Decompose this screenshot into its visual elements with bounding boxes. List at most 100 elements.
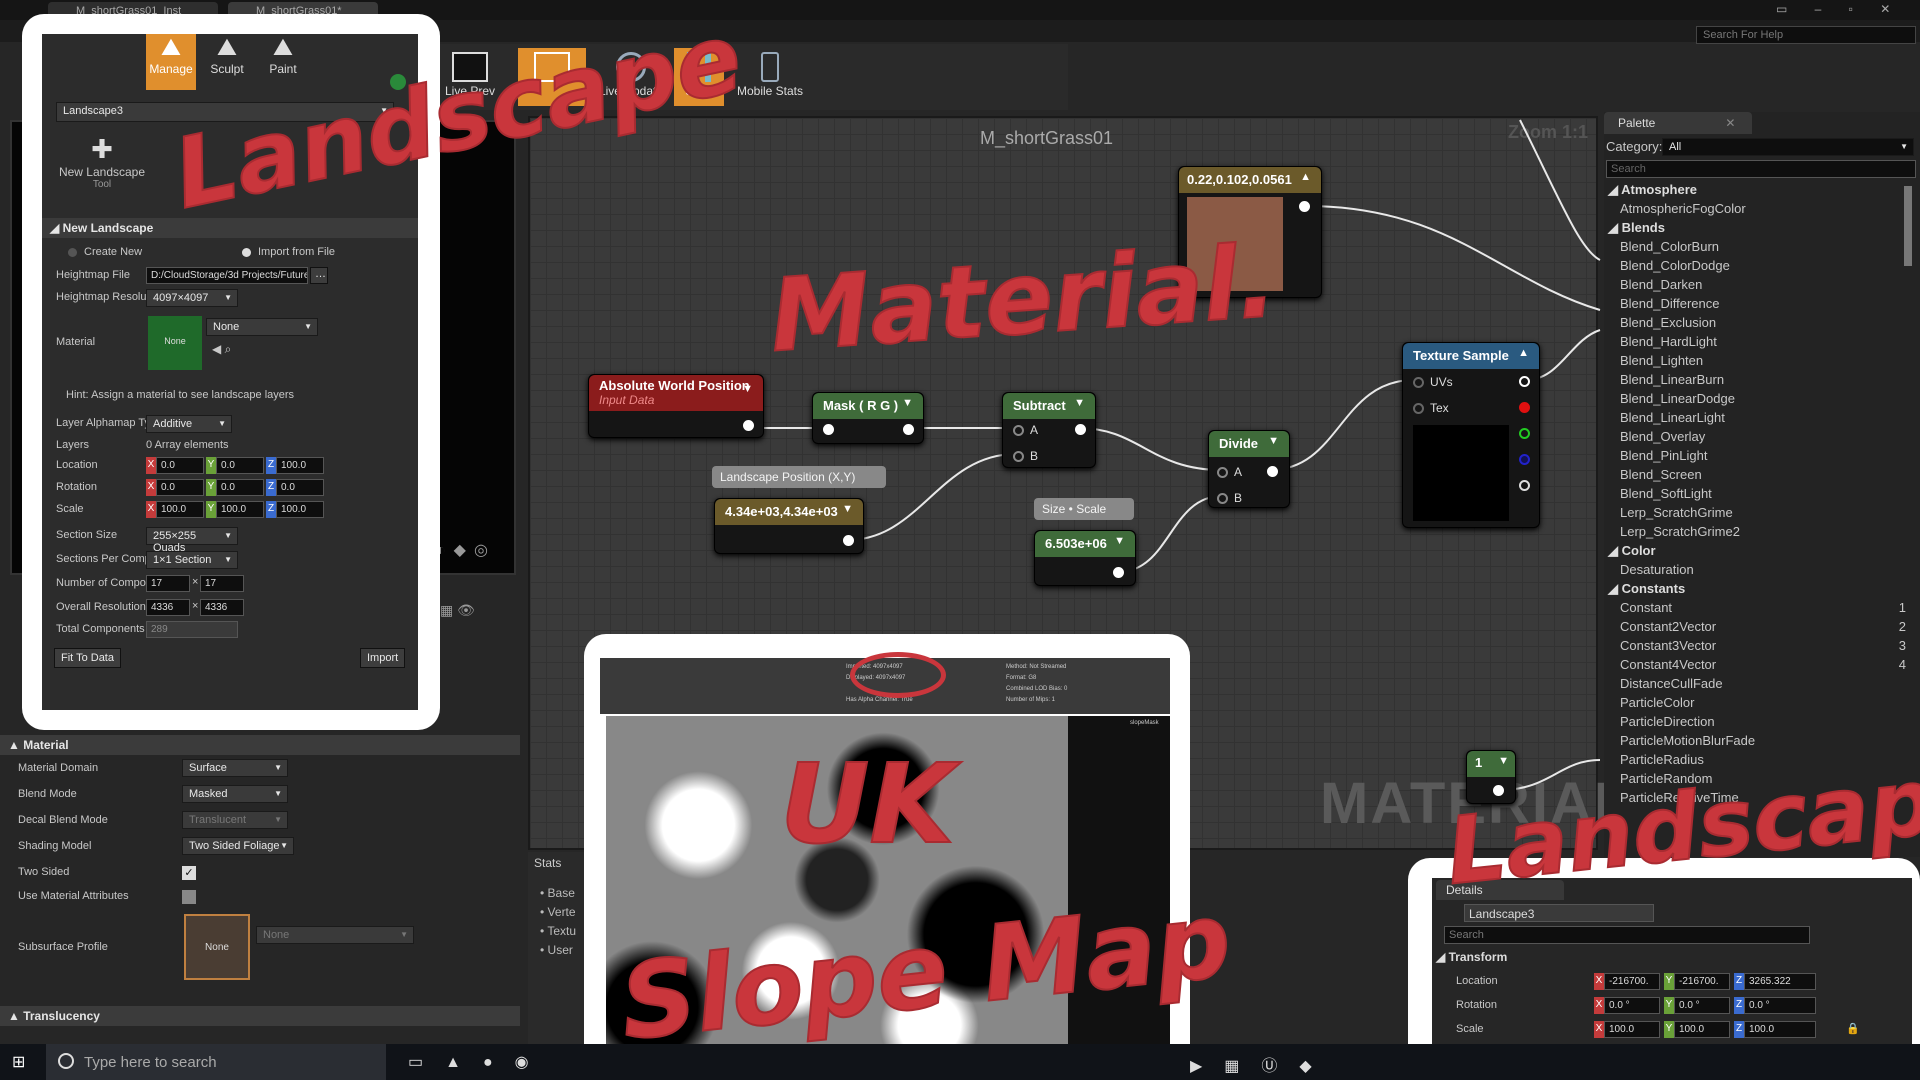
texture-sample-node[interactable]: Texture Sample ▲ UVs Tex (1402, 342, 1540, 528)
output-pin[interactable] (743, 420, 754, 431)
input-pin[interactable] (823, 424, 834, 435)
transform-header[interactable]: ◢ Transform (1436, 950, 1507, 964)
details-rotation-z[interactable]: 0.0 ° (1744, 997, 1816, 1014)
stats-tab[interactable]: Stats (534, 856, 561, 870)
palette-item[interactable]: Blend_LinearLight (1606, 408, 1906, 427)
heightmap-file-input[interactable]: D:/CloudStorage/3d Projects/FutureF (146, 267, 308, 284)
palette-item[interactable]: Blend_SoftLight (1606, 484, 1906, 503)
collapse-arrow-icon[interactable]: ▲ (1300, 171, 1311, 183)
input-pin[interactable] (1013, 425, 1024, 437)
location-y-input[interactable]: 0.0 (216, 457, 264, 474)
scale-x-input[interactable]: 100.0 (156, 501, 204, 518)
use-selected-icon[interactable]: ◀ ⌕ (212, 342, 231, 357)
location-z-input[interactable]: 100.0 (276, 457, 324, 474)
collapse-arrow-icon[interactable]: ▼ (742, 383, 753, 395)
pin-a[interactable]: A (1217, 465, 1242, 479)
resolution-y-input[interactable]: 4336 (200, 599, 244, 616)
lock-icon[interactable]: 🔒 (1846, 1022, 1860, 1035)
palette-item[interactable]: Blend_Screen (1606, 465, 1906, 484)
material-thumbnail[interactable]: None (148, 316, 202, 370)
palette-item[interactable]: Constant 1 (1606, 598, 1906, 617)
palette-category[interactable]: ◢ Color (1606, 541, 1906, 560)
palette-list[interactable]: ◢ Atmosphere AtmosphericFogColor ◢ Blends B… (1606, 180, 1906, 852)
palette-category[interactable]: ◢ Constants (1606, 579, 1906, 598)
g-output-pin[interactable] (1519, 428, 1530, 439)
palette-item[interactable]: Blend_Exclusion (1606, 313, 1906, 332)
components-x-input[interactable]: 17 (146, 575, 190, 592)
input-pin[interactable] (1217, 493, 1228, 505)
palette-tab[interactable]: Palette ✕ (1604, 112, 1752, 134)
alphamap-select[interactable]: Additive (146, 415, 232, 433)
details-scale-y[interactable]: 100.0 (1674, 1021, 1730, 1038)
taskbar-apps[interactable]: ▭▲●◉ (408, 1052, 551, 1072)
collapse-arrow-icon[interactable]: ▼ (1114, 535, 1125, 547)
close-icon[interactable]: ✕ (1725, 116, 1735, 130)
collapse-arrow-icon[interactable]: ▼ (1074, 397, 1085, 409)
pin-tex[interactable]: Tex (1413, 401, 1449, 415)
import-file-radio[interactable] (242, 248, 251, 257)
palette-item[interactable]: Blend_ColorBurn (1606, 237, 1906, 256)
input-pin[interactable] (1413, 377, 1424, 389)
palette-item[interactable]: Lerp_ScratchGrime (1606, 503, 1906, 522)
collapse-arrow-icon[interactable]: ▼ (902, 397, 913, 409)
category-select[interactable]: All (1662, 138, 1914, 156)
pin-b[interactable]: B (1217, 491, 1242, 505)
manage-mode-button[interactable]: ⛰ Manage (146, 34, 196, 90)
input-pin[interactable] (1413, 403, 1424, 415)
palette-item[interactable]: Desaturation (1606, 560, 1906, 579)
palette-item[interactable]: Blend_ColorDodge (1606, 256, 1906, 275)
new-landscape-tool-button[interactable]: ✚ New Landscape Tool (54, 134, 150, 190)
scale-y-input[interactable]: 100.0 (216, 501, 264, 518)
palette-item[interactable]: Blend_HardLight (1606, 332, 1906, 351)
palette-item[interactable]: Lerp_ScratchGrime2 (1606, 522, 1906, 541)
section-size-select[interactable]: 255×255 Quads (146, 527, 238, 554)
output-pin[interactable] (1075, 424, 1086, 435)
input-pin[interactable] (1217, 467, 1228, 479)
scale-z-input[interactable]: 100.0 (276, 501, 324, 518)
details-scale-z[interactable]: 100.0 (1744, 1021, 1816, 1038)
palette-item[interactable]: AtmosphericFogColor (1606, 199, 1906, 218)
palette-item[interactable]: DistanceCullFade (1606, 674, 1906, 693)
location-x-input[interactable]: 0.0 (156, 457, 204, 474)
palette-item[interactable]: Blend_LinearBurn (1606, 370, 1906, 389)
output-pin[interactable] (843, 535, 854, 546)
details-location-z[interactable]: 3265.322 (1744, 973, 1816, 990)
details-rotation-x[interactable]: 0.0 ° (1604, 997, 1660, 1014)
browse-button[interactable]: … (310, 267, 328, 284)
output-pin[interactable] (903, 424, 914, 435)
resolution-x-input[interactable]: 4336 (146, 599, 190, 616)
palette-item[interactable]: Constant4Vector 4 (1606, 655, 1906, 674)
b-output-pin[interactable] (1519, 454, 1530, 465)
palette-item[interactable]: Blend_PinLight (1606, 446, 1906, 465)
taskbar-search-input[interactable]: Type here to search (46, 1044, 386, 1080)
material-select[interactable]: None (206, 318, 318, 336)
palette-item[interactable]: ParticleMotionBlurFade (1606, 731, 1906, 750)
palette-item[interactable]: Blend_Difference (1606, 294, 1906, 313)
a-output-pin[interactable] (1519, 480, 1530, 491)
palette-item[interactable]: Blend_LinearDodge (1606, 389, 1906, 408)
rotation-x-input[interactable]: 0.0 (156, 479, 204, 496)
actor-name-input[interactable]: Landscape3 (1464, 904, 1654, 922)
output-pin[interactable] (1299, 201, 1310, 212)
palette-scrollbar[interactable] (1904, 186, 1912, 266)
rotation-z-input[interactable]: 0.0 (276, 479, 324, 496)
components-y-input[interactable]: 17 (200, 575, 244, 592)
create-new-radio[interactable] (68, 248, 77, 257)
sculpt-mode-button[interactable]: ⛰ Sculpt (202, 34, 252, 90)
r-output-pin[interactable] (1519, 402, 1530, 413)
palette-item[interactable]: Constant3Vector 3 (1606, 636, 1906, 655)
divide-node[interactable]: Divide ▼ A B (1208, 430, 1290, 508)
details-search-input[interactable]: Search (1444, 926, 1810, 944)
pin-b[interactable]: B (1013, 449, 1038, 463)
collapse-arrow-icon[interactable]: ▼ (1268, 435, 1279, 447)
absolute-world-position-node[interactable]: Absolute World Position Input Data ▼ (588, 374, 764, 438)
palette-item[interactable]: Blend_Darken (1606, 275, 1906, 294)
resolution-select[interactable]: 4097×4097 (146, 289, 238, 307)
input-pin[interactable] (1013, 451, 1024, 463)
palette-category[interactable]: ◢ Atmosphere (1606, 180, 1906, 199)
details-scale-x[interactable]: 100.0 (1604, 1021, 1660, 1038)
palette-item[interactable]: ParticleColor (1606, 693, 1906, 712)
paint-mode-button[interactable]: ⛰ Paint (258, 34, 308, 90)
palette-category[interactable]: ◢ Blends (1606, 218, 1906, 237)
landscape-position-comment[interactable]: Landscape Position (X,Y) (712, 466, 886, 488)
